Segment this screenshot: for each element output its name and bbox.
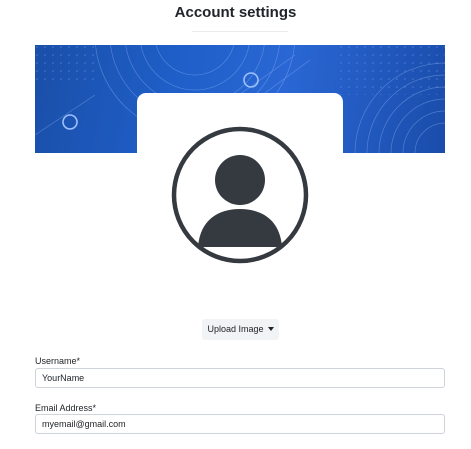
username-field[interactable]: YourName — [35, 368, 445, 388]
username-label: Username* — [35, 356, 81, 366]
account-settings-page: Account settings Upload Image Username* … — [0, 0, 471, 449]
email-label: Email Address* — [35, 403, 97, 413]
title-divider — [192, 31, 288, 32]
caret-down-icon — [267, 327, 274, 331]
user-avatar-icon[interactable] — [170, 125, 310, 265]
email-field[interactable]: myemail@gmail.com — [35, 414, 445, 434]
upload-image-button[interactable]: Upload Image — [202, 319, 279, 340]
upload-image-label: Upload Image — [207, 324, 264, 334]
page-title: Account settings — [174, 4, 297, 21]
